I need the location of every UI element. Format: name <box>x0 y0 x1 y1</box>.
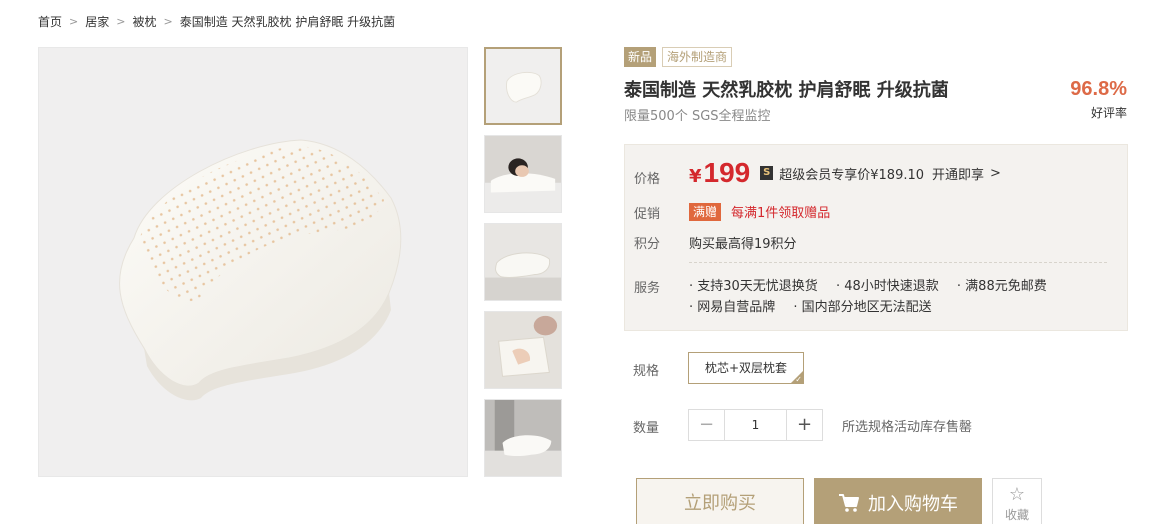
rating-block[interactable]: 96.8% 好评率 <box>1070 78 1127 121</box>
favorite-label: 收藏 <box>1004 508 1029 522</box>
favorite-button[interactable]: ☆ 收藏 <box>992 478 1042 524</box>
thumbnail-3[interactable] <box>484 223 562 301</box>
breadcrumb-bedding[interactable]: 被枕 <box>132 13 156 30</box>
cart-icon <box>839 494 859 512</box>
spec-option-button[interactable]: 枕芯+双层枕套 ✓ <box>688 352 804 384</box>
rating-label: 好评率 <box>1090 106 1127 120</box>
rating-percentage: 96.8% <box>1070 78 1127 100</box>
quantity-input[interactable]: 1 <box>725 410 786 440</box>
add-to-cart-button[interactable]: 加入购物车 <box>814 478 982 524</box>
main-product-image[interactable] <box>38 47 468 477</box>
service-list: · 支持30天无忧退换货 · 48小时快速退款 · 满88元免邮费 · 网易自营… <box>689 276 1109 318</box>
quantity-stepper: − 1 + <box>688 409 823 441</box>
manufacturer-badge[interactable]: 海外制造商 <box>662 47 733 67</box>
chevron-right-icon: > <box>69 15 79 28</box>
price-panel: 价格 ¥ 199 S 超级会员专享价¥189.10 开通即享 > 促销 满赠 每… <box>624 144 1128 331</box>
add-to-cart-label: 加入购物车 <box>868 494 958 515</box>
product-tags: 新品 海外制造商 <box>624 47 733 67</box>
price-value: ¥ 199 <box>689 157 750 189</box>
service-item: · 满88元免邮费 <box>956 279 1047 294</box>
buy-now-button[interactable]: 立即购买 <box>636 478 804 524</box>
quantity-label: 数量 <box>633 421 660 436</box>
new-badge: 新品 <box>624 47 657 67</box>
check-icon: ✓ <box>795 375 802 384</box>
price-label: 价格 <box>634 172 661 187</box>
promo-label: 促销 <box>634 207 661 222</box>
promo-text[interactable]: 每满1件领取赠品 <box>731 202 830 221</box>
price-row: ¥ 199 S 超级会员专享价¥189.10 开通即享 > <box>689 157 1001 189</box>
spec-option-label: 枕芯+双层枕套 <box>704 361 788 375</box>
service-label: 服务 <box>634 281 661 296</box>
breadcrumb-home[interactable]: 首页 <box>38 13 62 30</box>
points-text: 购买最高得19积分 <box>689 237 797 252</box>
chevron-right-icon: > <box>116 15 126 28</box>
service-item: · 国内部分地区无法配送 <box>793 300 932 315</box>
product-title: 泰国制造 天然乳胶枕 护肩舒眠 升级抗菌 <box>624 80 949 101</box>
thumbnail-5[interactable] <box>484 399 562 477</box>
thumbnail-list <box>484 47 562 487</box>
chevron-right-icon: > <box>163 15 173 28</box>
divider <box>689 262 1107 263</box>
service-item: · 48小时快速退款 <box>835 279 939 294</box>
thumbnail-4[interactable] <box>484 311 562 389</box>
stock-note: 所选规格活动库存售罄 <box>842 420 973 435</box>
thumbnail-1[interactable] <box>484 47 562 125</box>
promo-row: 满赠 每满1件领取赠品 <box>689 202 830 221</box>
product-subtitle: 限量500个 SGS全程监控 <box>624 109 771 124</box>
star-icon: ☆ <box>1008 484 1026 505</box>
price-amount: 199 <box>703 157 751 188</box>
vip-price-link[interactable]: S 超级会员专享价¥189.10 开通即享 > <box>760 164 1001 183</box>
spec-label: 规格 <box>633 364 660 379</box>
currency-symbol: ¥ <box>689 166 702 187</box>
super-member-icon: S <box>760 166 774 180</box>
service-item: · 网易自营品牌 <box>689 300 776 315</box>
breadcrumb: 首页 > 居家 > 被枕 > 泰国制造 天然乳胶枕 护肩舒眠 升级抗菌 <box>38 13 395 30</box>
thumbnail-2[interactable] <box>484 135 562 213</box>
vip-open-link[interactable]: 开通即享 <box>932 164 984 183</box>
vip-price-text: 超级会员专享价¥189.10 <box>779 167 925 183</box>
increase-button[interactable]: + <box>786 410 822 440</box>
points-label: 积分 <box>634 237 661 252</box>
breadcrumb-home-goods[interactable]: 居家 <box>85 13 109 30</box>
breadcrumb-current: 泰国制造 天然乳胶枕 护肩舒眠 升级抗菌 <box>179 15 396 29</box>
chevron-right-icon: > <box>990 165 1001 181</box>
promo-badge: 满赠 <box>689 202 722 221</box>
service-item: · 支持30天无忧退换货 <box>689 279 818 294</box>
decrease-button[interactable]: − <box>689 410 725 440</box>
